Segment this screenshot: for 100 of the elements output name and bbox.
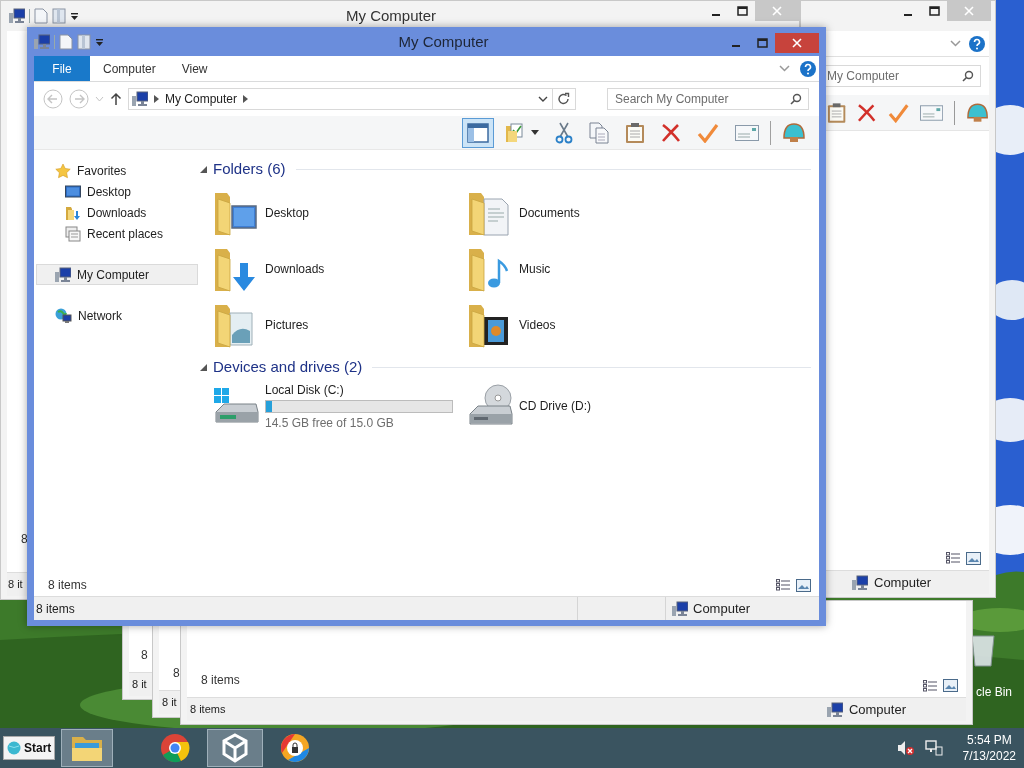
clock-date: 7/13/2022 xyxy=(962,748,1016,764)
document-icon[interactable] xyxy=(77,34,91,50)
network-icon[interactable] xyxy=(924,740,943,756)
chevron-icon[interactable] xyxy=(779,65,790,72)
minimize-icon xyxy=(712,13,720,16)
drive-item[interactable]: Local Disk (C:) 14.5 GB free of 15.0 GB xyxy=(212,380,466,432)
document-icon[interactable] xyxy=(59,34,73,50)
copy-icon xyxy=(589,121,609,144)
computer-icon xyxy=(672,600,688,617)
computer-icon xyxy=(34,34,50,50)
status-text: 8 items xyxy=(34,597,578,620)
ribbon-tab[interactable]: Computer xyxy=(90,56,169,81)
browser-icon xyxy=(280,733,311,763)
search-field[interactable]: My Computer xyxy=(826,65,981,87)
close-icon xyxy=(792,37,802,48)
search-icon xyxy=(962,70,974,82)
envelope-icon xyxy=(735,124,759,141)
status-text: Computer xyxy=(874,573,932,592)
check-icon xyxy=(887,102,909,123)
unity-icon xyxy=(220,733,251,763)
details-view-icon[interactable] xyxy=(923,679,937,692)
drive-item[interactable]: CD Drive (D:) xyxy=(466,380,720,432)
help-icon[interactable] xyxy=(969,35,985,52)
toolbar-button[interactable] xyxy=(462,117,494,148)
window-title: My Computer xyxy=(345,5,437,26)
item-count: 8 items xyxy=(48,577,87,594)
close-icon xyxy=(964,6,974,16)
computer-icon xyxy=(826,701,843,718)
minimize-icon xyxy=(732,45,740,47)
delete-icon xyxy=(857,102,877,123)
group-header: Devices and drives (2) xyxy=(213,356,363,377)
status-text: 8 it xyxy=(8,577,23,593)
recent-places-icon xyxy=(65,225,81,242)
sidebar-item[interactable]: Recent places xyxy=(36,223,198,244)
sidebar-item[interactable]: Desktop xyxy=(36,181,198,202)
delete-icon xyxy=(661,122,681,143)
details-view-icon[interactable] xyxy=(776,579,790,591)
maximize-icon xyxy=(736,6,748,16)
status-text: Computer xyxy=(848,700,906,719)
sidebar-item[interactable]: Network xyxy=(36,305,198,326)
item-count: 8 xyxy=(141,647,148,664)
address-bar[interactable]: My Computer xyxy=(128,88,576,110)
folder-icon xyxy=(71,734,104,762)
chrome-icon xyxy=(160,733,191,763)
drive-name: Local Disk (C:) xyxy=(265,381,345,399)
downloads-folder-icon xyxy=(65,204,81,221)
taskbar-app-button[interactable] xyxy=(207,729,264,767)
chevron-right-icon xyxy=(243,95,249,103)
clipboard-icon xyxy=(625,121,645,144)
up-arrow-icon[interactable] xyxy=(110,92,122,106)
volume-icon[interactable] xyxy=(896,740,915,756)
envelope-icon xyxy=(919,104,943,121)
sidebar-item[interactable]: My Computer xyxy=(36,264,198,285)
computer-icon xyxy=(852,574,868,591)
desktop-icon xyxy=(65,184,81,199)
folder-item[interactable]: Documents xyxy=(466,185,720,241)
help-icon[interactable] xyxy=(800,60,816,77)
check-icon xyxy=(697,122,719,143)
caret-icon[interactable] xyxy=(70,11,79,21)
network-icon xyxy=(55,307,72,324)
sidebar-item[interactable]: Favorites xyxy=(36,160,198,181)
caret-icon xyxy=(531,130,539,135)
maximize-icon xyxy=(756,37,768,48)
search-icon xyxy=(790,93,802,105)
group-toggle-icon[interactable] xyxy=(200,165,207,173)
window-title: My Computer xyxy=(397,31,490,52)
computer-icon xyxy=(55,266,71,283)
group-toggle-icon[interactable] xyxy=(200,363,207,371)
status-text: Computer xyxy=(693,599,751,618)
shell-icon xyxy=(782,121,806,144)
shell-icon xyxy=(965,101,989,124)
sidebar-item[interactable]: Downloads xyxy=(36,202,198,223)
minimize-icon xyxy=(904,13,912,16)
globe-icon xyxy=(7,741,21,755)
close-button[interactable] xyxy=(775,32,819,53)
large-icons-view-icon[interactable] xyxy=(796,578,811,592)
maximize-icon xyxy=(928,6,940,16)
details-view-icon[interactable] xyxy=(946,552,960,564)
folder-item[interactable]: Downloads xyxy=(212,241,466,297)
folder-item[interactable]: Videos xyxy=(466,297,720,353)
file-menu-button[interactable]: File xyxy=(34,56,90,81)
address-text: My Computer xyxy=(165,91,238,108)
status-text: 8 it xyxy=(162,695,177,711)
folder-item[interactable]: Music xyxy=(466,241,720,297)
clock-time: 5:54 PM xyxy=(966,732,1012,748)
item-count: 8 xyxy=(21,531,28,548)
chevron-icon[interactable] xyxy=(950,40,961,47)
ribbon-tab[interactable]: View xyxy=(168,56,221,81)
large-icons-view-icon[interactable] xyxy=(943,679,958,692)
drive-free-space: 14.5 GB free of 15.0 GB xyxy=(265,414,395,432)
computer-icon xyxy=(9,8,25,24)
folder-item[interactable]: Pictures xyxy=(212,297,466,353)
drive-name: CD Drive (D:) xyxy=(519,398,591,415)
large-icons-view-icon[interactable] xyxy=(966,551,981,565)
search-field[interactable]: Search My Computer xyxy=(607,88,809,110)
start-button[interactable]: Start xyxy=(3,736,56,760)
clipboard-icon xyxy=(827,101,847,124)
chevron-right-icon xyxy=(154,95,159,103)
folder-item[interactable]: Desktop xyxy=(212,185,466,241)
item-count: 8 items xyxy=(201,672,240,689)
